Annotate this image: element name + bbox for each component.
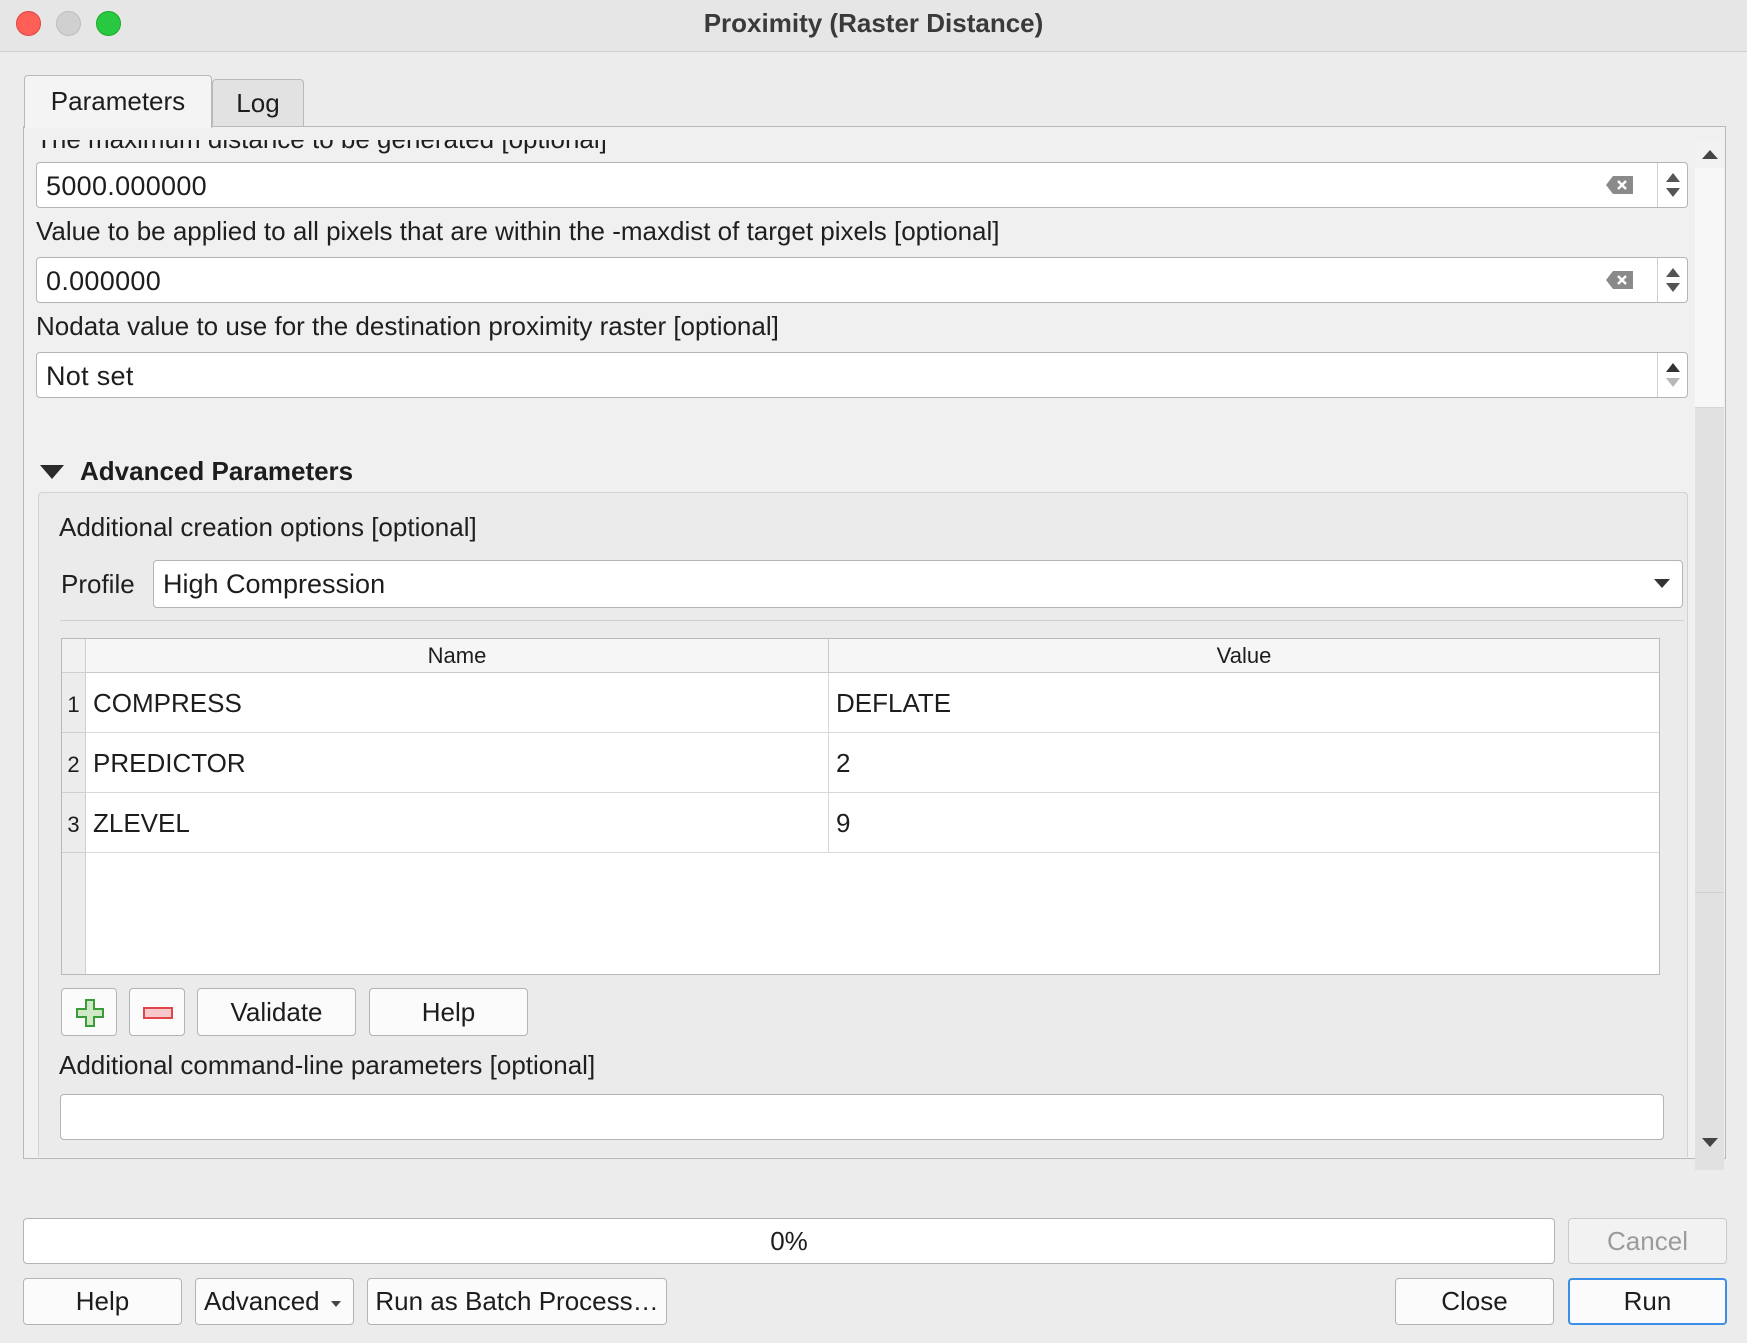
profile-select-value: High Compression: [163, 569, 386, 599]
close-button[interactable]: Close: [1395, 1278, 1554, 1325]
add-row-button[interactable]: [61, 988, 117, 1036]
fixed-buf-stepper[interactable]: [1657, 258, 1687, 302]
divider: [60, 620, 1684, 621]
profile-select[interactable]: High Compression: [153, 560, 1683, 608]
maxdist-spinbox[interactable]: 5000.000000: [36, 162, 1688, 208]
step-down-icon[interactable]: [1666, 188, 1680, 197]
clear-icon[interactable]: [1605, 175, 1635, 195]
table-cell-name[interactable]: ZLEVEL: [86, 793, 829, 853]
tab-parameters[interactable]: Parameters: [24, 75, 212, 128]
fixed-buf-label: Value to be applied to all pixels that a…: [36, 216, 1000, 246]
chevron-down-icon: [331, 1301, 341, 1307]
maxdist-value[interactable]: 5000.000000: [46, 171, 207, 202]
run-button[interactable]: Run: [1568, 1278, 1727, 1325]
remove-row-button[interactable]: [129, 988, 185, 1036]
vertical-scrollbar[interactable]: [1695, 142, 1724, 1170]
fixed-buf-value[interactable]: 0.000000: [46, 266, 161, 297]
progress-text: 0%: [770, 1226, 808, 1256]
table-corner: [62, 639, 86, 673]
scroll-up-icon[interactable]: [1702, 150, 1718, 159]
row-header[interactable]: 3: [62, 793, 86, 853]
nodata-spinbox[interactable]: Not set: [36, 352, 1688, 398]
nodata-value[interactable]: Not set: [46, 361, 134, 392]
advanced-parameters-header[interactable]: Advanced Parameters: [80, 456, 353, 487]
scrollbar-marker: [1695, 892, 1724, 893]
options-help-button[interactable]: Help: [369, 988, 528, 1036]
creation-options-label: Additional creation options [optional]: [59, 512, 477, 542]
step-up-icon[interactable]: [1666, 173, 1680, 182]
step-up-icon[interactable]: [1666, 363, 1680, 372]
add-icon: [76, 999, 104, 1027]
dialog-window: Proximity (Raster Distance) Parameters L…: [0, 0, 1747, 1343]
parameters-scroll-area: The maximum distance to be generated [op…: [24, 140, 1694, 1157]
step-down-icon[interactable]: [1666, 378, 1680, 387]
step-down-icon[interactable]: [1666, 283, 1680, 292]
collapse-triangle-icon[interactable]: [40, 465, 64, 479]
maxdist-stepper[interactable]: [1657, 163, 1687, 207]
run-batch-button[interactable]: Run as Batch Process…: [367, 1278, 667, 1325]
row-header[interactable]: 2: [62, 733, 86, 793]
scrollbar-thumb[interactable]: [1695, 168, 1724, 408]
table-cell-value[interactable]: DEFLATE: [829, 673, 1659, 733]
advanced-dropdown-label: Advanced: [204, 1286, 320, 1316]
table-cell-value[interactable]: 2: [829, 733, 1659, 793]
window-title: Proximity (Raster Distance): [703, 8, 1044, 38]
nodata-label: Nodata value to use for the destination …: [36, 311, 779, 341]
cancel-button[interactable]: Cancel: [1568, 1218, 1727, 1264]
cmdline-input[interactable]: [60, 1094, 1664, 1140]
tab-log[interactable]: Log: [212, 79, 304, 127]
profile-label: Profile: [61, 569, 135, 599]
validate-button[interactable]: Validate: [197, 988, 356, 1036]
title-bar: Proximity (Raster Distance): [0, 0, 1747, 52]
maxdist-label: The maximum distance to be generated [op…: [36, 140, 607, 155]
cmdline-label: Additional command-line parameters [opti…: [59, 1050, 596, 1080]
column-header-value[interactable]: Value: [829, 639, 1659, 673]
scroll-down-icon[interactable]: [1702, 1138, 1718, 1147]
table-cell-name[interactable]: PREDICTOR: [86, 733, 829, 793]
advanced-dropdown-button[interactable]: Advanced: [195, 1278, 354, 1325]
table-cell-value[interactable]: 9: [829, 793, 1659, 853]
creation-options-table: Name Value 1 COMPRESS DEFLATE 2 PREDICTO…: [61, 638, 1660, 975]
column-header-name[interactable]: Name: [86, 639, 829, 673]
help-button[interactable]: Help: [23, 1278, 182, 1325]
nodata-stepper[interactable]: [1657, 353, 1687, 397]
clear-icon[interactable]: [1605, 270, 1635, 290]
step-up-icon[interactable]: [1666, 268, 1680, 277]
row-header[interactable]: 1: [62, 673, 86, 733]
chevron-down-icon[interactable]: [1654, 579, 1670, 588]
table-cell-name[interactable]: COMPRESS: [86, 673, 829, 733]
remove-icon: [143, 1007, 173, 1019]
fixed-buf-spinbox[interactable]: 0.000000: [36, 257, 1688, 303]
progress-bar: 0%: [23, 1218, 1555, 1264]
